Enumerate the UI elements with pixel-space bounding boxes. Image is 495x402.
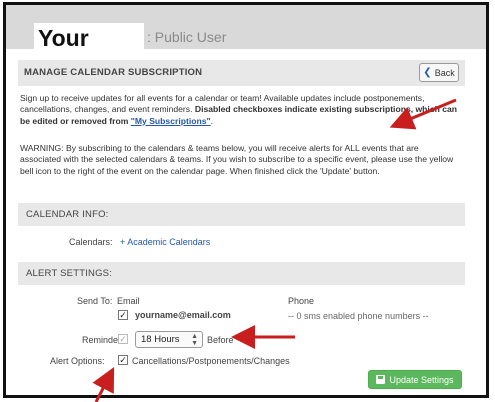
arrow-to-alert-options (92, 367, 115, 402)
annotation-arrows (92, 98, 457, 402)
arrow-to-my-subscriptions (389, 98, 457, 130)
